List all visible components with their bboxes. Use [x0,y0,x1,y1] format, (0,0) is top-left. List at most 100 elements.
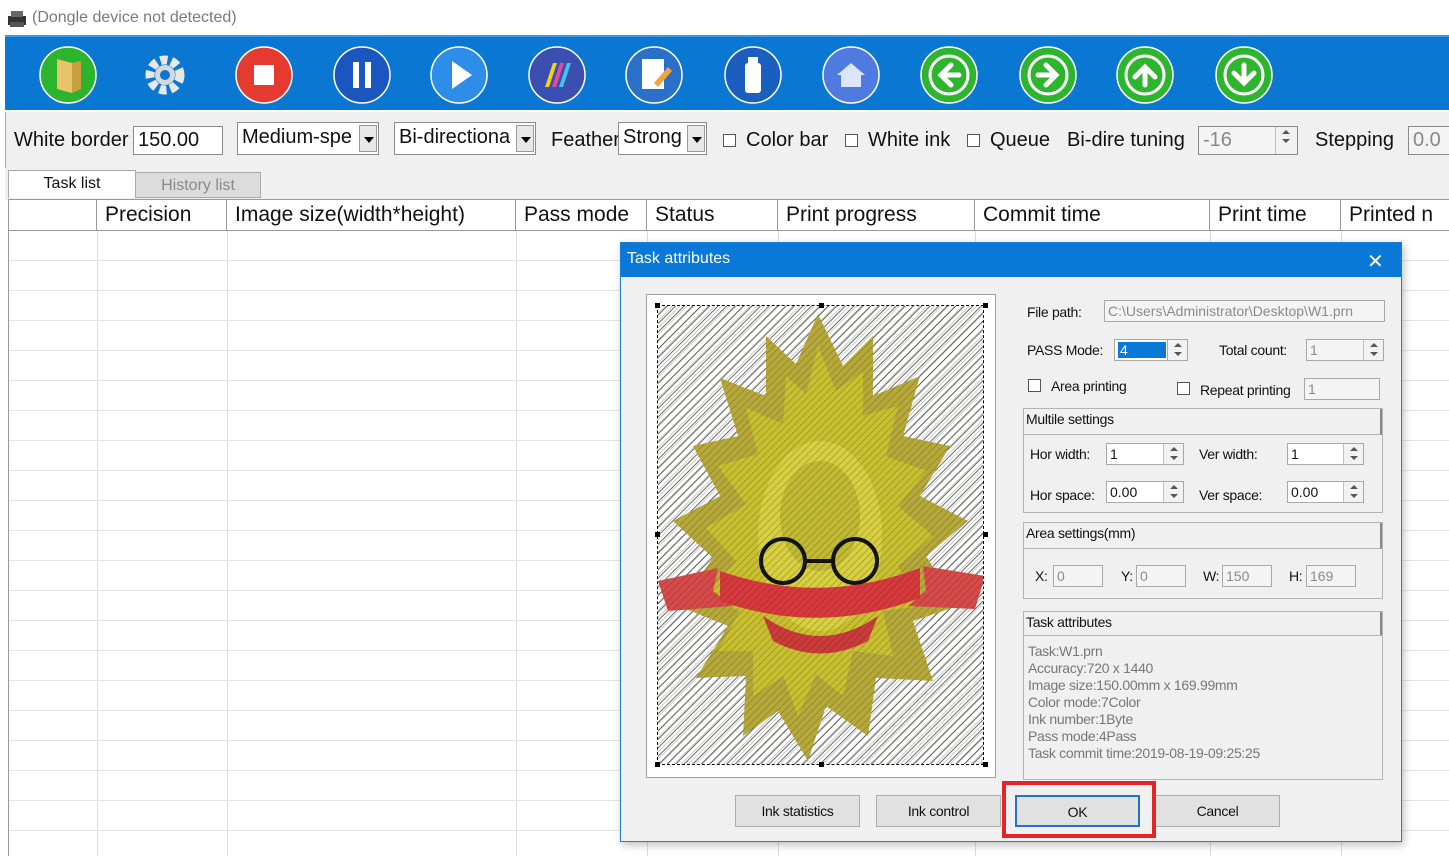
spinner-arrows-icon[interactable] [1163,444,1183,464]
column-header-print-progress[interactable]: Print progress [778,200,975,231]
pause-button[interactable] [332,45,392,105]
column-header-print-time[interactable]: Print time [1210,200,1341,231]
spinner-arrows-icon[interactable] [1363,340,1383,360]
speed-select[interactable]: Medium-spe [237,122,379,155]
hor-width-value: 1 [1110,446,1118,462]
pass-mode-select[interactable]: 4 [1114,339,1188,361]
window-title: (Dongle device not detected) [32,9,237,26]
column-header-commit-time[interactable]: Commit time [975,200,1210,231]
ver-width-spinner[interactable]: 1 [1287,443,1364,465]
column-header-pass-mode[interactable]: Pass mode [516,200,647,231]
hor-space-value: 0.00 [1110,484,1138,500]
resize-handle[interactable] [983,762,988,767]
print-image[interactable] [657,305,984,765]
area-x-field[interactable]: 0 [1053,565,1103,587]
list-tabs: Task list History list [5,168,1449,200]
ink-number-line: Ink number:1Byte [1028,711,1133,727]
move-up-button[interactable] [1115,45,1175,105]
repeat-printing-checkbox[interactable] [1177,382,1190,395]
multile-settings-title: Multile settings [1026,411,1114,427]
area-x-label: X: [1035,568,1048,584]
pass-mode-value: 4 [1118,342,1166,358]
spinner-arrows-icon[interactable] [1343,444,1363,464]
ver-width-value: 1 [1291,446,1299,462]
tab-task-list[interactable]: Task list [8,170,136,198]
resize-handle[interactable] [983,532,988,537]
white-ink-label: White ink [868,129,951,151]
resize-handle[interactable] [983,303,988,308]
ink-control-button[interactable]: Ink control [876,795,1001,827]
repeat-printing-count[interactable]: 1 [1304,378,1380,400]
pass-mode-label: PASS Mode: [1027,342,1104,358]
color-bar-label: Color bar [746,129,829,151]
spinner-arrows-icon[interactable] [1275,127,1297,154]
move-left-button[interactable] [919,45,979,105]
settings-button[interactable] [135,45,195,105]
feather-select[interactable]: Strong [618,122,707,155]
column-header-precision[interactable]: Precision [97,200,227,231]
area-w-label: W: [1203,568,1220,584]
resize-handle[interactable] [655,762,660,767]
spinner-arrows-icon[interactable] [1163,482,1183,502]
move-right-button[interactable] [1018,45,1078,105]
area-h-field[interactable]: 169 [1306,565,1356,587]
chevron-down-icon [359,125,377,152]
gear-icon [145,55,185,95]
total-count-spinner[interactable]: 1 [1306,339,1384,361]
area-printing-checkbox[interactable] [1028,379,1041,392]
column-header-printed-number[interactable]: Printed n [1341,200,1449,231]
feather-label: Feather [551,129,620,151]
home-button[interactable] [821,45,881,105]
area-y-field[interactable]: 0 [1136,565,1186,587]
color-palette-icon [528,46,586,104]
edit-document-button[interactable] [624,45,684,105]
spinner-arrows-icon[interactable] [1343,482,1363,502]
resize-handle[interactable] [819,762,824,767]
move-down-button[interactable] [1214,45,1274,105]
stop-button[interactable] [234,45,294,105]
play-button[interactable] [429,45,489,105]
white-ink-checkbox[interactable] [845,134,858,147]
area-w-field[interactable]: 150 [1222,565,1272,587]
tab-history-list[interactable]: History list [135,172,261,198]
close-icon[interactable]: ✕ [1367,249,1387,273]
image-size-line: Image size:150.00mm x 169.99mm [1028,677,1238,693]
hor-space-label: Hor space: [1030,487,1095,503]
open-file-button[interactable] [38,45,98,105]
column-header-image-size[interactable]: Image size(width*height) [227,200,516,231]
bidir-tuning-spinner[interactable]: -16 [1198,126,1298,155]
white-border-input[interactable]: 150.00 [133,126,223,155]
column-header-status[interactable]: Status [647,200,778,231]
task-attributes-dialog: Task attributes ✕ File path: C:\Users\Ad… [620,242,1402,842]
open-file-icon [39,46,97,104]
title-bar: (Dongle device not detected) [0,0,1449,35]
hor-width-spinner[interactable]: 1 [1106,443,1184,465]
cancel-button[interactable]: Cancel [1155,795,1280,827]
area-settings-group: Area settings(mm) [1023,522,1383,599]
stepping-input[interactable]: 0.0 [1408,126,1449,155]
printer-icon [8,11,26,27]
resize-handle[interactable] [655,303,660,308]
bidir-tuning-label: Bi-dire tuning [1067,129,1185,151]
dialog-title-bar[interactable]: Task attributes ✕ [621,243,1401,277]
ink-bottle-icon [724,46,782,104]
file-path-field[interactable]: C:\Users\Administrator\Desktop\W1.prn [1104,300,1385,322]
hor-space-spinner[interactable]: 0.00 [1106,481,1184,503]
dialog-title: Task attributes [627,250,731,267]
ver-space-label: Ver space: [1199,487,1263,503]
arrow-right-icon [1019,46,1077,104]
ver-space-spinner[interactable]: 0.00 [1287,481,1364,503]
resize-handle[interactable] [819,303,824,308]
area-y-label: Y: [1121,568,1133,584]
chevron-down-icon [516,125,534,152]
play-icon [430,46,488,104]
direction-select[interactable]: Bi-directiona [394,122,536,155]
color-palette-button[interactable] [527,45,587,105]
resize-handle[interactable] [655,532,660,537]
color-bar-checkbox[interactable] [723,134,736,147]
ink-button[interactable] [723,45,783,105]
repeat-printing-label: Repeat printing [1200,382,1291,398]
ink-statistics-button[interactable]: Ink statistics [735,795,860,827]
queue-checkbox[interactable] [967,134,980,147]
column-header-index[interactable] [9,200,97,231]
